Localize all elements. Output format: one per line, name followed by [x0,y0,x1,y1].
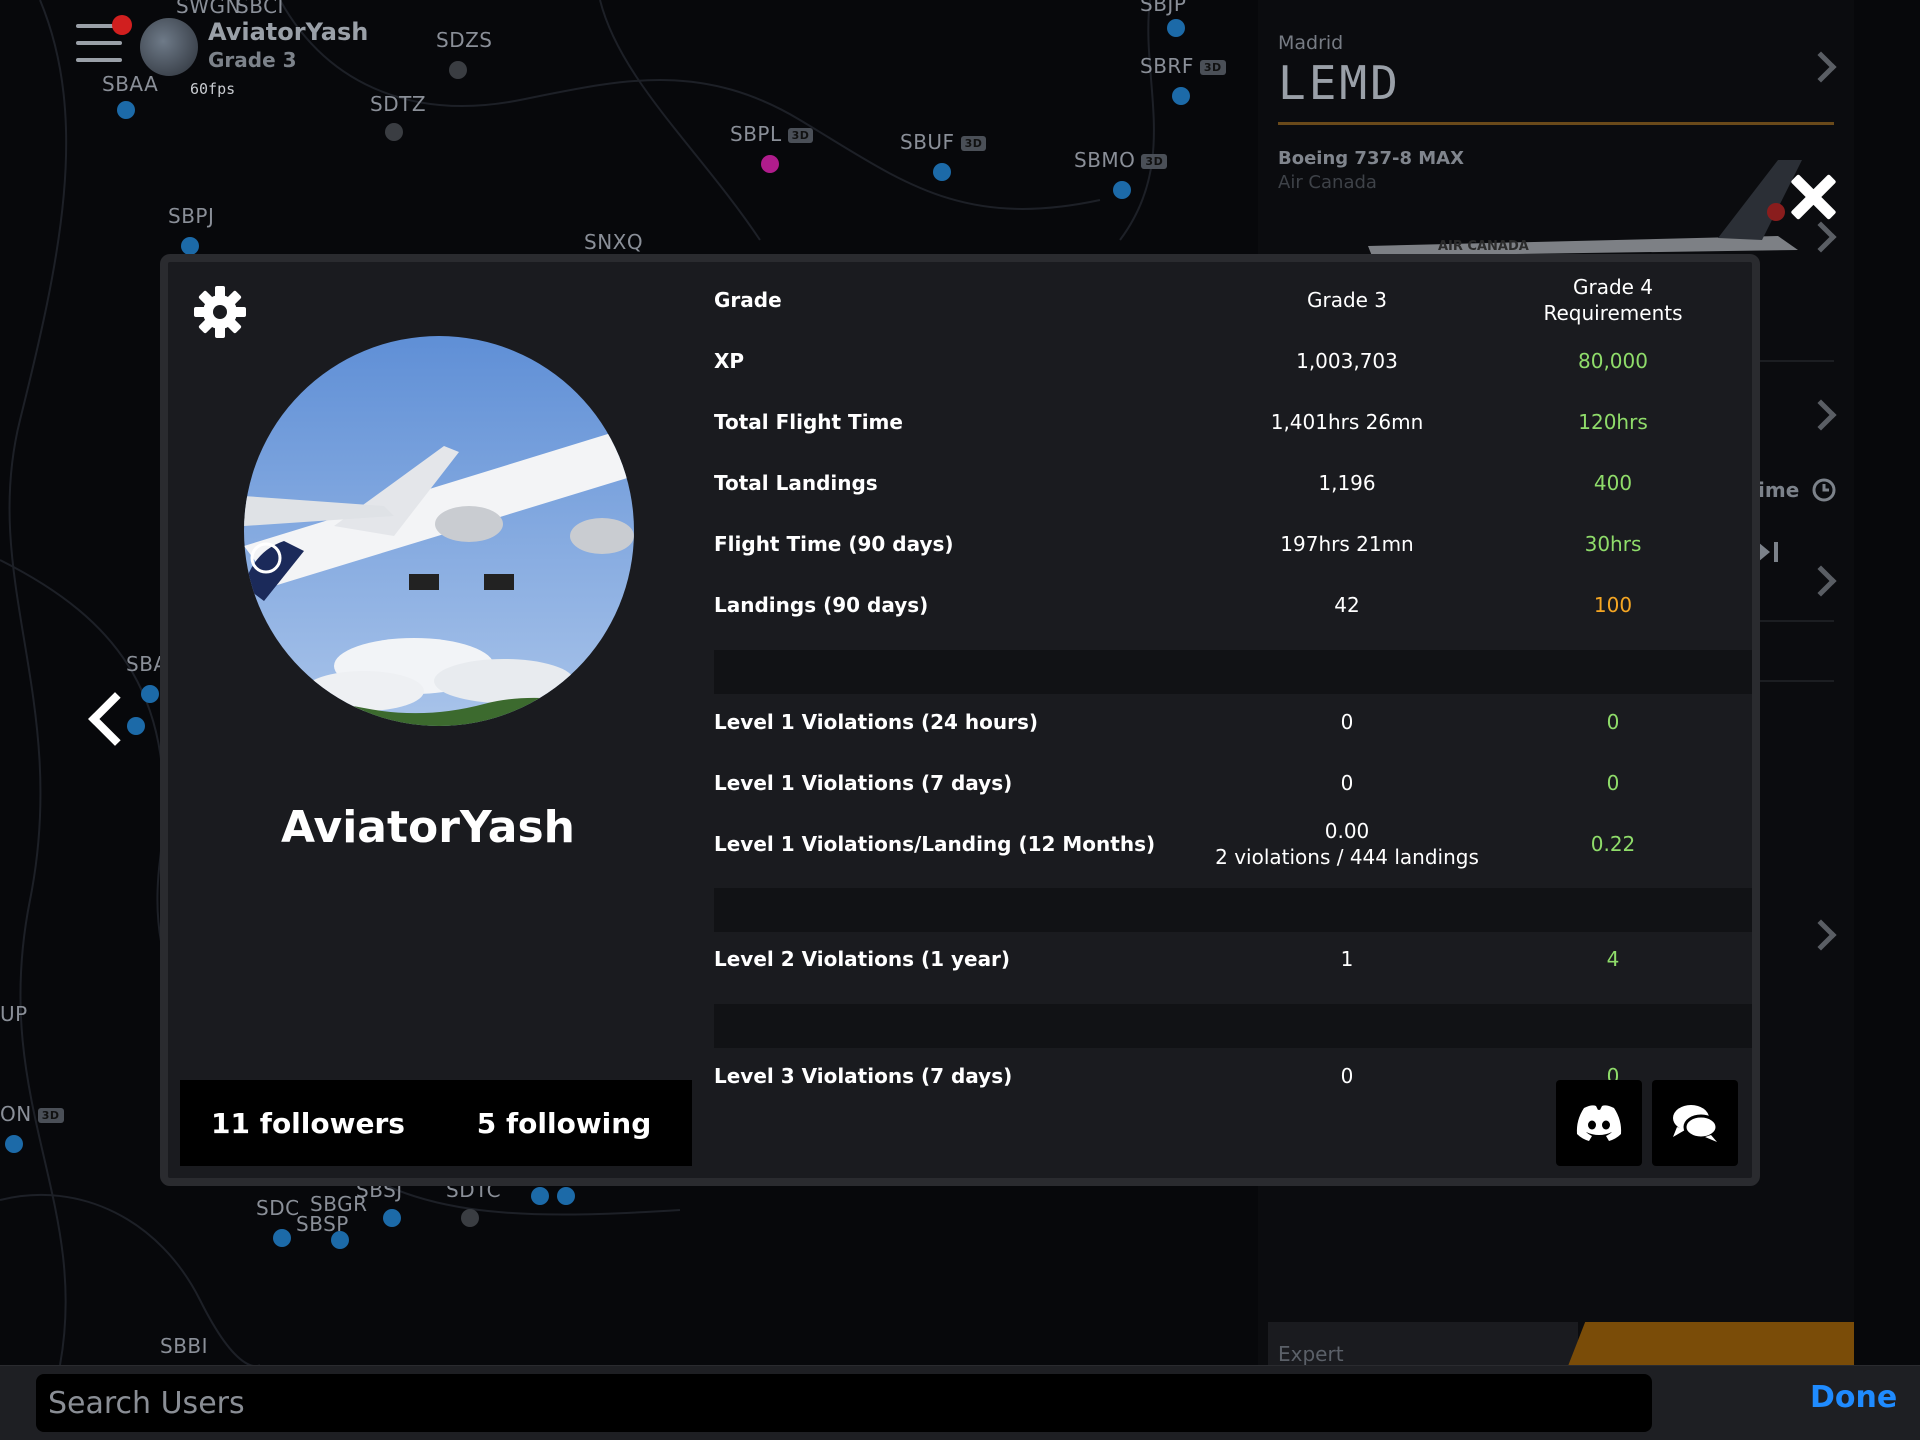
stat-label: Level 1 Violations/Landing (12 Months) [714,832,1156,856]
stat-label: Total Flight Time [714,410,903,434]
clock-icon[interactable] [1810,476,1838,504]
table-row: XP 1,003,703 80,000 [714,331,1752,391]
stat-current: 0.00 2 violations / 444 landings [1215,819,1479,869]
stat-label: Flight Time (90 days) [714,532,954,556]
stat-label: Total Landings [714,471,878,495]
aircraft-photo [244,336,634,726]
stat-current: 1,401hrs 26mn [1270,410,1424,434]
stat-current: 1,003,703 [1296,349,1398,373]
search-bar: Done [0,1365,1920,1440]
table-row: Landings (90 days) 42 100 [714,575,1752,635]
table-row: Level 1 Violations/Landing (12 Months) 0… [714,814,1752,874]
stat-label: Level 2 Violations (1 year) [714,947,1011,971]
user-profile-modal: AviatorYash 11 followers 5 following Gra… [160,254,1760,1186]
chat-bubbles-icon [1673,1105,1719,1142]
stat-current: 1,196 [1318,471,1376,495]
stat-requirement: 0.22 [1590,832,1636,856]
table-row: Level 2 Violations (1 year) 1 4 [714,929,1752,989]
pilot-avatar[interactable] [140,18,198,76]
table-row: Level 1 Violations (7 days) 0 0 [714,753,1752,813]
stat-requirement: 30hrs [1584,532,1642,556]
table-row: Flight Time (90 days) 197hrs 21mn 30hrs [714,514,1752,574]
stat-current: 0 [1340,771,1354,795]
stat-current: 197hrs 21mn [1280,532,1414,556]
section-separator [714,888,1752,932]
header-requirements: Grade 4 Requirements [1543,275,1683,325]
time-label: ime [1758,478,1800,502]
stat-label: Landings (90 days) [714,593,929,617]
table-header-row: Grade Grade 3 Grade 4 Requirements [714,270,1752,330]
stat-label: XP [714,349,745,373]
chevron-right-icon[interactable] [1805,919,1837,951]
fly-button[interactable] [1568,1322,1854,1366]
section-separator [714,650,1752,694]
stat-current: 0 [1340,710,1354,734]
stat-label: Level 1 Violations (24 hours) [714,710,1039,734]
server-label: Expert [1278,1342,1344,1366]
profile-username: AviatorYash [281,802,575,853]
stat-current-detail: 2 violations / 444 landings [1215,845,1479,869]
header-grade-label: Grade [714,288,782,312]
table-row: Total Landings 1,196 400 [714,453,1752,513]
discord-button[interactable] [1556,1080,1642,1166]
messages-button[interactable] [1652,1080,1738,1166]
stat-requirement: 400 [1593,471,1633,495]
skip-forward-icon[interactable] [1756,540,1784,564]
section-separator [714,1004,1752,1048]
departure-city: Madrid [1278,32,1344,54]
follow-stats-bar: 11 followers 5 following [180,1080,692,1166]
stat-requirement: 0 [1606,771,1620,795]
table-row: Total Flight Time 1,401hrs 26mn 120hrs [714,392,1752,452]
grade-stats-table[interactable]: Grade Grade 3 Grade 4 Requirements XP 1,… [714,262,1752,1178]
livery-text: AIR CANADA [1438,239,1529,254]
chevron-right-icon[interactable] [1805,565,1837,597]
aircraft-livery-image: AIR CANADA [1368,160,1802,256]
gear-icon[interactable] [192,284,248,340]
followers-button[interactable]: 11 followers [180,1107,436,1140]
pilot-tag-grade: Grade 3 [208,48,297,72]
following-button[interactable]: 5 following [436,1107,692,1140]
notification-dot [112,15,132,35]
profile-avatar[interactable] [244,336,634,726]
close-icon[interactable] [1790,174,1836,220]
pilot-tag-name: AviatorYash [208,18,369,46]
fps-counter: 60fps [190,80,236,98]
stat-requirement: 4 [1606,947,1620,971]
stat-requirement: 0 [1606,710,1620,734]
stat-current: 42 [1334,593,1360,617]
done-button[interactable]: Done [1810,1380,1897,1415]
chevron-right-icon[interactable] [1805,399,1837,431]
search-users-input[interactable] [36,1374,1652,1432]
stat-requirement: 120hrs [1578,410,1648,434]
departure-icao[interactable]: LEMD [1278,56,1401,110]
discord-icon [1576,1105,1622,1141]
chevron-right-icon[interactable] [1805,51,1837,83]
icao-underline [1278,122,1834,125]
stat-current: 1 [1340,947,1354,971]
stat-label: Level 1 Violations (7 days) [714,771,1013,795]
stat-requirement: 100 [1593,593,1633,617]
stat-current: 0 [1340,1064,1354,1088]
stat-label: Level 3 Violations (7 days) [714,1064,1013,1088]
table-row: Level 1 Violations (24 hours) 0 0 [714,692,1752,752]
stat-requirement: 80,000 [1578,349,1648,373]
header-current-grade: Grade 3 [1306,288,1388,312]
